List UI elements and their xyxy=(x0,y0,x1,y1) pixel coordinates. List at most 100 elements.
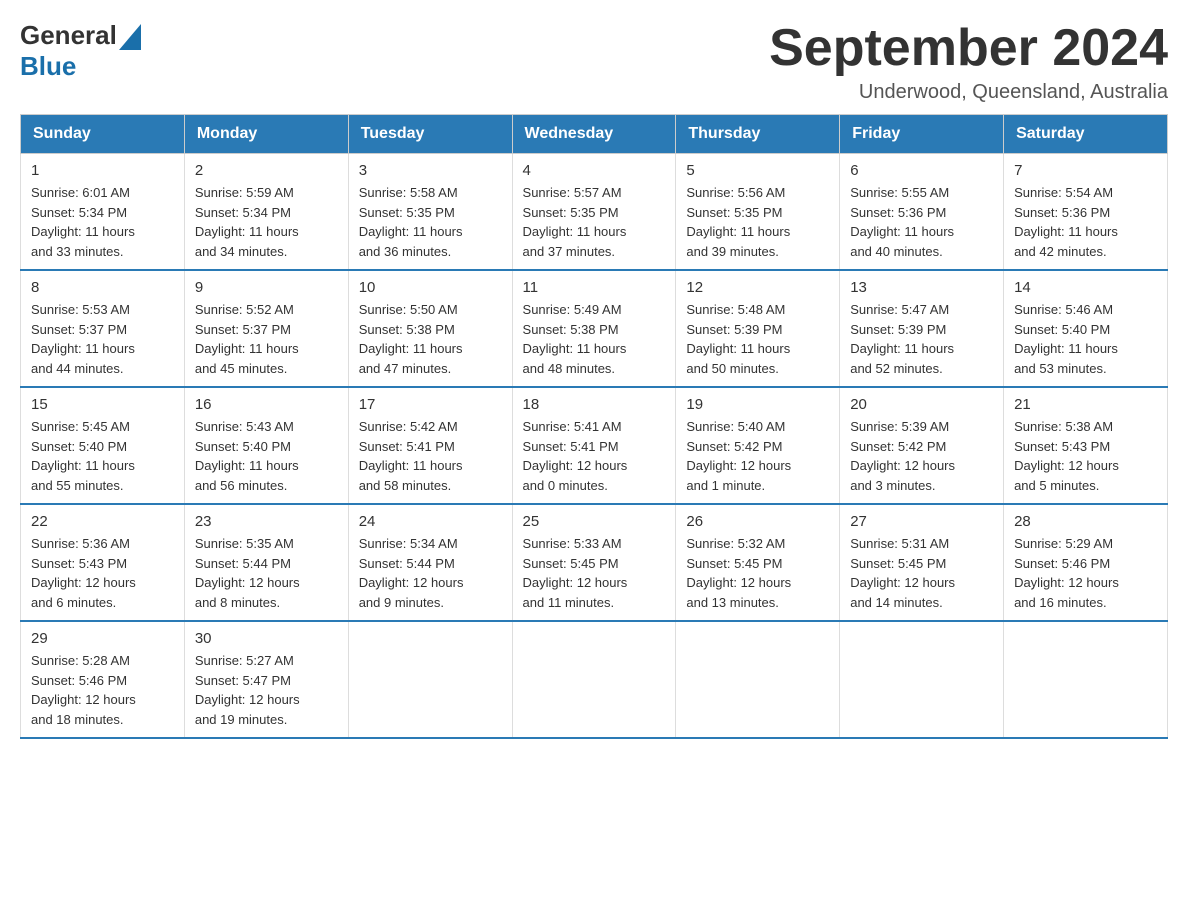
day-cell: 14 Sunrise: 5:46 AM Sunset: 5:40 PM Dayli… xyxy=(1004,270,1168,387)
day-info: Sunrise: 5:46 AM Sunset: 5:40 PM Dayligh… xyxy=(1014,300,1157,378)
day-info: Sunrise: 5:58 AM Sunset: 5:35 PM Dayligh… xyxy=(359,183,502,261)
day-info: Sunrise: 5:56 AM Sunset: 5:35 PM Dayligh… xyxy=(686,183,829,261)
calendar-subtitle: Underwood, Queensland, Australia xyxy=(769,81,1168,104)
column-header-sunday: Sunday xyxy=(21,115,185,154)
day-cell xyxy=(676,621,840,738)
day-cell: 26Sunrise: 5:32 AM Sunset: 5:45 PM Dayli… xyxy=(676,504,840,621)
day-cell: 4 Sunrise: 5:57 AM Sunset: 5:35 PM Daylig… xyxy=(512,154,676,271)
day-number: 6 xyxy=(850,162,993,179)
day-cell: 16 Sunrise: 5:43 AM Sunset: 5:40 PM Dayli… xyxy=(184,387,348,504)
day-info: Sunrise: 6:01 AM Sunset: 5:34 PM Dayligh… xyxy=(31,183,174,261)
day-number: 16 xyxy=(195,396,338,413)
day-number: 11 xyxy=(523,279,666,296)
day-number: 24 xyxy=(359,513,502,530)
day-info: Sunrise: 5:48 AM Sunset: 5:39 PM Dayligh… xyxy=(686,300,829,378)
day-cell: 12Sunrise: 5:48 AM Sunset: 5:39 PM Dayli… xyxy=(676,270,840,387)
day-number: 2 xyxy=(195,162,338,179)
column-header-monday: Monday xyxy=(184,115,348,154)
week-row-1: 1 Sunrise: 6:01 AM Sunset: 5:34 PM Daylig… xyxy=(21,154,1168,271)
day-cell: 10Sunrise: 5:50 AM Sunset: 5:38 PM Dayli… xyxy=(348,270,512,387)
day-info: Sunrise: 5:45 AM Sunset: 5:40 PM Dayligh… xyxy=(31,417,174,495)
logo-blue-text: Blue xyxy=(20,51,76,81)
day-cell: 7 Sunrise: 5:54 AM Sunset: 5:36 PM Daylig… xyxy=(1004,154,1168,271)
day-info: Sunrise: 5:29 AM Sunset: 5:46 PM Dayligh… xyxy=(1014,534,1157,612)
day-number: 3 xyxy=(359,162,502,179)
day-cell: 8 Sunrise: 5:53 AM Sunset: 5:37 PM Daylig… xyxy=(21,270,185,387)
day-number: 9 xyxy=(195,279,338,296)
day-cell: 24 Sunrise: 5:34 AM Sunset: 5:44 PM Dayli… xyxy=(348,504,512,621)
day-info: Sunrise: 5:27 AM Sunset: 5:47 PM Dayligh… xyxy=(195,651,338,729)
day-number: 8 xyxy=(31,279,174,296)
day-cell: 6 Sunrise: 5:55 AM Sunset: 5:36 PM Daylig… xyxy=(840,154,1004,271)
day-number: 23 xyxy=(195,513,338,530)
day-cell: 9Sunrise: 5:52 AM Sunset: 5:37 PM Daylig… xyxy=(184,270,348,387)
calendar-title-area: September 2024 Underwood, Queensland, Au… xyxy=(769,20,1168,104)
day-number: 7 xyxy=(1014,162,1157,179)
day-number: 19 xyxy=(686,396,829,413)
day-cell: 27 Sunrise: 5:31 AM Sunset: 5:45 PM Dayli… xyxy=(840,504,1004,621)
day-info: Sunrise: 5:55 AM Sunset: 5:36 PM Dayligh… xyxy=(850,183,993,261)
day-info: Sunrise: 5:59 AM Sunset: 5:34 PM Dayligh… xyxy=(195,183,338,261)
day-info: Sunrise: 5:28 AM Sunset: 5:46 PM Dayligh… xyxy=(31,651,174,729)
day-cell: 2 Sunrise: 5:59 AM Sunset: 5:34 PM Daylig… xyxy=(184,154,348,271)
day-info: Sunrise: 5:40 AM Sunset: 5:42 PM Dayligh… xyxy=(686,417,829,495)
column-header-friday: Friday xyxy=(840,115,1004,154)
day-number: 17 xyxy=(359,396,502,413)
day-info: Sunrise: 5:31 AM Sunset: 5:45 PM Dayligh… xyxy=(850,534,993,612)
day-info: Sunrise: 5:57 AM Sunset: 5:35 PM Dayligh… xyxy=(523,183,666,261)
day-cell: 23 Sunrise: 5:35 AM Sunset: 5:44 PM Dayli… xyxy=(184,504,348,621)
day-cell: 25Sunrise: 5:33 AM Sunset: 5:45 PM Dayli… xyxy=(512,504,676,621)
day-cell: 5 Sunrise: 5:56 AM Sunset: 5:35 PM Daylig… xyxy=(676,154,840,271)
day-cell xyxy=(1004,621,1168,738)
day-cell: 30Sunrise: 5:27 AM Sunset: 5:47 PM Dayli… xyxy=(184,621,348,738)
day-number: 27 xyxy=(850,513,993,530)
day-number: 21 xyxy=(1014,396,1157,413)
day-number: 29 xyxy=(31,630,174,647)
day-number: 15 xyxy=(31,396,174,413)
calendar-table: SundayMondayTuesdayWednesdayThursdayFrid… xyxy=(20,114,1168,739)
calendar-title: September 2024 xyxy=(769,20,1168,77)
column-header-saturday: Saturday xyxy=(1004,115,1168,154)
column-header-tuesday: Tuesday xyxy=(348,115,512,154)
day-number: 14 xyxy=(1014,279,1157,296)
day-number: 5 xyxy=(686,162,829,179)
day-number: 26 xyxy=(686,513,829,530)
logo-general-text: General xyxy=(20,20,117,51)
day-info: Sunrise: 5:35 AM Sunset: 5:44 PM Dayligh… xyxy=(195,534,338,612)
calendar-body: 1 Sunrise: 6:01 AM Sunset: 5:34 PM Daylig… xyxy=(21,154,1168,739)
logo-triangle-icon xyxy=(119,24,141,50)
day-info: Sunrise: 5:38 AM Sunset: 5:43 PM Dayligh… xyxy=(1014,417,1157,495)
day-number: 18 xyxy=(523,396,666,413)
day-info: Sunrise: 5:54 AM Sunset: 5:36 PM Dayligh… xyxy=(1014,183,1157,261)
day-number: 13 xyxy=(850,279,993,296)
day-info: Sunrise: 5:39 AM Sunset: 5:42 PM Dayligh… xyxy=(850,417,993,495)
day-cell: 1 Sunrise: 6:01 AM Sunset: 5:34 PM Daylig… xyxy=(21,154,185,271)
day-info: Sunrise: 5:43 AM Sunset: 5:40 PM Dayligh… xyxy=(195,417,338,495)
day-info: Sunrise: 5:53 AM Sunset: 5:37 PM Dayligh… xyxy=(31,300,174,378)
day-cell: 13Sunrise: 5:47 AM Sunset: 5:39 PM Dayli… xyxy=(840,270,1004,387)
week-row-2: 8 Sunrise: 5:53 AM Sunset: 5:37 PM Daylig… xyxy=(21,270,1168,387)
day-cell: 29 Sunrise: 5:28 AM Sunset: 5:46 PM Dayli… xyxy=(21,621,185,738)
day-cell: 18 Sunrise: 5:41 AM Sunset: 5:41 PM Dayli… xyxy=(512,387,676,504)
day-cell: 28Sunrise: 5:29 AM Sunset: 5:46 PM Dayli… xyxy=(1004,504,1168,621)
column-header-wednesday: Wednesday xyxy=(512,115,676,154)
day-number: 1 xyxy=(31,162,174,179)
calendar-header: SundayMondayTuesdayWednesdayThursdayFrid… xyxy=(21,115,1168,154)
day-info: Sunrise: 5:41 AM Sunset: 5:41 PM Dayligh… xyxy=(523,417,666,495)
day-cell: 19 Sunrise: 5:40 AM Sunset: 5:42 PM Dayli… xyxy=(676,387,840,504)
day-cell: 21 Sunrise: 5:38 AM Sunset: 5:43 PM Dayli… xyxy=(1004,387,1168,504)
column-header-thursday: Thursday xyxy=(676,115,840,154)
day-info: Sunrise: 5:50 AM Sunset: 5:38 PM Dayligh… xyxy=(359,300,502,378)
day-cell: 20Sunrise: 5:39 AM Sunset: 5:42 PM Dayli… xyxy=(840,387,1004,504)
page-header: General Blue September 2024 Underwood, Q… xyxy=(20,20,1168,104)
logo: General Blue xyxy=(20,20,141,82)
day-info: Sunrise: 5:49 AM Sunset: 5:38 PM Dayligh… xyxy=(523,300,666,378)
day-info: Sunrise: 5:34 AM Sunset: 5:44 PM Dayligh… xyxy=(359,534,502,612)
day-number: 22 xyxy=(31,513,174,530)
day-info: Sunrise: 5:42 AM Sunset: 5:41 PM Dayligh… xyxy=(359,417,502,495)
day-number: 4 xyxy=(523,162,666,179)
day-cell xyxy=(512,621,676,738)
header-row: SundayMondayTuesdayWednesdayThursdayFrid… xyxy=(21,115,1168,154)
day-cell xyxy=(840,621,1004,738)
day-number: 25 xyxy=(523,513,666,530)
